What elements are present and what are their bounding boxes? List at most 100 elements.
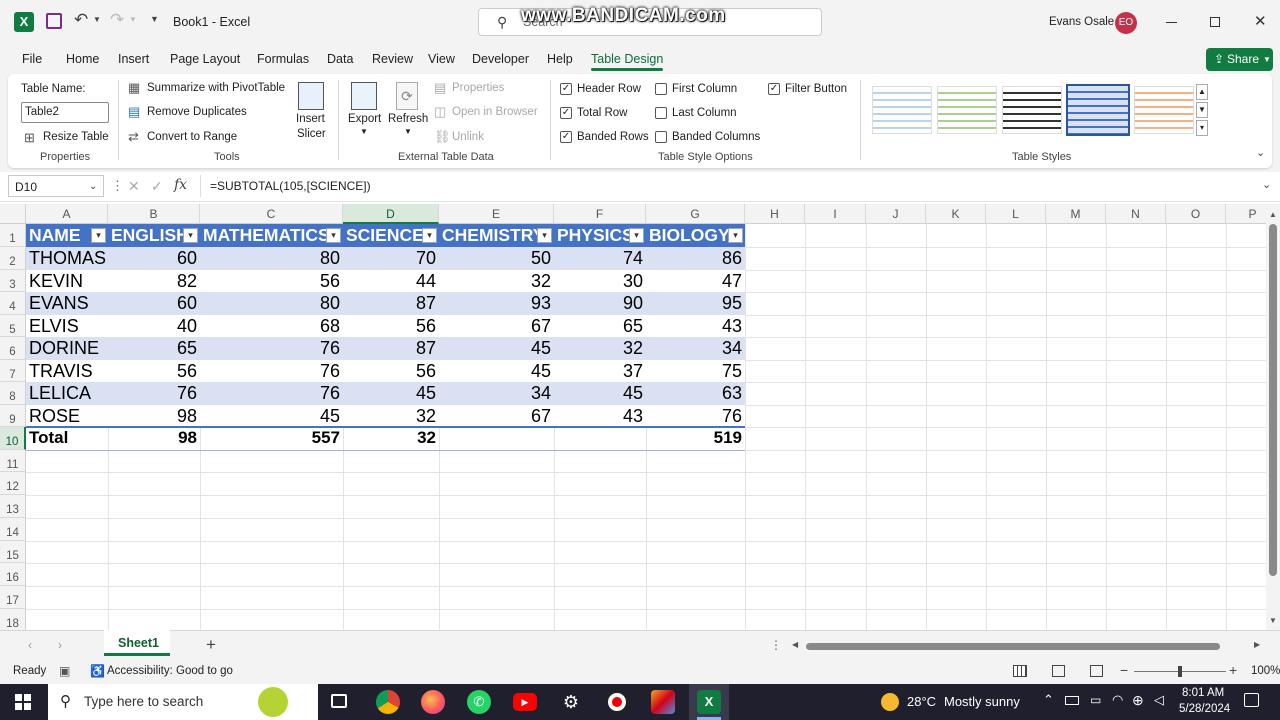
table-cell-score[interactable]: 67: [439, 405, 554, 427]
table-cell-name[interactable]: KEVIN: [26, 270, 108, 292]
column-header-h[interactable]: H: [745, 204, 805, 224]
avatar[interactable]: EO: [1115, 12, 1137, 34]
table-cell-score[interactable]: 45: [554, 382, 646, 405]
table-cell-score[interactable]: 56: [200, 270, 343, 292]
table-cell-score[interactable]: 82: [108, 270, 200, 292]
table-cell-score[interactable]: 34: [439, 382, 554, 405]
row-header-11[interactable]: 11: [0, 450, 26, 472]
tab-data[interactable]: Data: [327, 52, 353, 66]
row-header-7[interactable]: 7: [0, 360, 26, 382]
total-row-value[interactable]: [439, 427, 554, 450]
formula-input[interactable]: =SUBTOTAL(105,[SCIENCE]): [200, 175, 1260, 197]
enter-formula-icon[interactable]: ✓: [151, 178, 163, 195]
row-header-13[interactable]: 13: [0, 495, 26, 518]
table-cell-name[interactable]: TRAVIS: [26, 360, 108, 382]
table-cell-score[interactable]: 70: [343, 247, 439, 270]
total-row-value[interactable]: [554, 427, 646, 450]
table-cell-score[interactable]: 43: [646, 315, 745, 337]
bandicam-record-icon[interactable]: [605, 690, 629, 714]
windows-start-icon[interactable]: [15, 694, 31, 710]
column-header-o[interactable]: O: [1166, 204, 1226, 224]
tab-table-design[interactable]: Table Design: [591, 52, 664, 71]
redo-icon[interactable]: ↷: [110, 10, 124, 30]
row-header-16[interactable]: 16: [0, 563, 26, 586]
banded-columns-checkbox[interactable]: [655, 131, 667, 143]
worksheet-grid[interactable]: ABCDEFGHIJKLMNOP 1 2 3 4 5 6 7 8 9 10 11 12 13 14 15 16…: [0, 204, 1280, 630]
filter-dropdown-icon[interactable]: ▾: [422, 228, 437, 243]
page-break-view-icon[interactable]: [1090, 665, 1103, 677]
tab-review[interactable]: Review: [372, 52, 413, 66]
table-cell-score[interactable]: 56: [108, 360, 200, 382]
table-cell-score[interactable]: 68: [200, 315, 343, 337]
network-icon[interactable]: ◠: [1112, 692, 1123, 708]
save-icon[interactable]: [46, 13, 62, 29]
table-cell-score[interactable]: 50: [439, 247, 554, 270]
table-cell-score[interactable]: 47: [646, 270, 745, 292]
add-sheet-icon[interactable]: +: [206, 635, 216, 655]
collapse-ribbon-icon[interactable]: ⌄: [1256, 146, 1265, 159]
convert-to-range-button[interactable]: ⇄ Convert to Range: [128, 129, 248, 147]
clock-time[interactable]: 8:01 AM: [1182, 687, 1224, 699]
filter-dropdown-icon[interactable]: ▾: [91, 228, 106, 243]
filter-dropdown-icon[interactable]: ▾: [183, 228, 198, 243]
table-cell-name[interactable]: DORINE: [26, 337, 108, 360]
table-cell-score[interactable]: 65: [554, 315, 646, 337]
table-cell-score[interactable]: 80: [200, 247, 343, 270]
column-header-f[interactable]: F: [554, 204, 646, 224]
scroll-left-icon[interactable]: ◀: [792, 640, 798, 649]
table-cell-score[interactable]: 87: [343, 337, 439, 360]
column-header-j[interactable]: J: [866, 204, 926, 224]
first-column-checkbox[interactable]: [655, 83, 667, 95]
scroll-right-icon[interactable]: ▶: [1254, 640, 1260, 649]
page-layout-view-icon[interactable]: [1052, 665, 1065, 677]
table-style-black[interactable]: [1002, 86, 1062, 134]
table-cell-score[interactable]: 45: [200, 405, 343, 427]
table-cell-score[interactable]: 37: [554, 360, 646, 382]
tab-page-layout[interactable]: Page Layout: [170, 52, 240, 66]
table-cell-score[interactable]: 65: [108, 337, 200, 360]
gallery-scroll-up-icon[interactable]: ▲: [1196, 84, 1208, 100]
total-row-checkbox[interactable]: ✓: [560, 107, 572, 119]
insert-slicer-button[interactable]: Insert Slicer: [294, 80, 330, 144]
tab-view[interactable]: View: [428, 52, 455, 66]
column-header-a[interactable]: A: [26, 204, 108, 224]
table-cell-score[interactable]: 30: [554, 270, 646, 292]
prev-sheet-icon[interactable]: ‹: [28, 638, 32, 652]
table-style-light-green[interactable]: [937, 86, 997, 134]
filter-button-option[interactable]: ✓ Filter Button: [768, 82, 858, 98]
row-header-18[interactable]: 18: [0, 609, 26, 630]
clock-date[interactable]: 5/28/2024: [1179, 703, 1230, 715]
zoom-in-icon[interactable]: +: [1229, 662, 1237, 678]
whatsapp-icon[interactable]: ✆: [467, 690, 491, 714]
row-header-6[interactable]: 6: [0, 337, 26, 360]
table-cell-name[interactable]: ELVIS: [26, 315, 108, 337]
tab-insert[interactable]: Insert: [118, 52, 149, 66]
table-cell-score[interactable]: 40: [108, 315, 200, 337]
table-cell-score[interactable]: 87: [343, 292, 439, 315]
battery-icon[interactable]: [1065, 696, 1079, 705]
table-cell-score[interactable]: 76: [646, 405, 745, 427]
filter-dropdown-icon[interactable]: ▾: [629, 228, 644, 243]
header-row-checkbox[interactable]: ✓: [560, 83, 572, 95]
show-hidden-icons-icon[interactable]: ⌃: [1043, 692, 1054, 708]
table-cell-score[interactable]: 76: [200, 382, 343, 405]
table-cell-score[interactable]: 60: [108, 247, 200, 270]
column-header-k[interactable]: K: [926, 204, 986, 224]
column-header-c[interactable]: C: [200, 204, 343, 224]
filter-button-checkbox[interactable]: ✓: [768, 83, 780, 95]
row-header-3[interactable]: 3: [0, 270, 26, 292]
row-header-1[interactable]: 1: [0, 224, 26, 247]
row-header-14[interactable]: 14: [0, 518, 26, 541]
header-row-option[interactable]: ✓ Header Row: [560, 82, 650, 98]
notifications-icon[interactable]: [1244, 693, 1259, 707]
table-cell-score[interactable]: 44: [343, 270, 439, 292]
column-header-d[interactable]: D: [343, 204, 439, 224]
table-cell-score[interactable]: 56: [343, 315, 439, 337]
row-header-8[interactable]: 8: [0, 382, 26, 405]
column-header-g[interactable]: G: [646, 204, 745, 224]
next-sheet-icon[interactable]: ›: [58, 638, 62, 652]
total-row-label[interactable]: Total: [26, 427, 108, 450]
total-row-value[interactable]: 557: [200, 427, 343, 450]
table-cell-name[interactable]: ROSE: [26, 405, 108, 427]
tab-split-icon[interactable]: ⋮: [770, 638, 782, 652]
